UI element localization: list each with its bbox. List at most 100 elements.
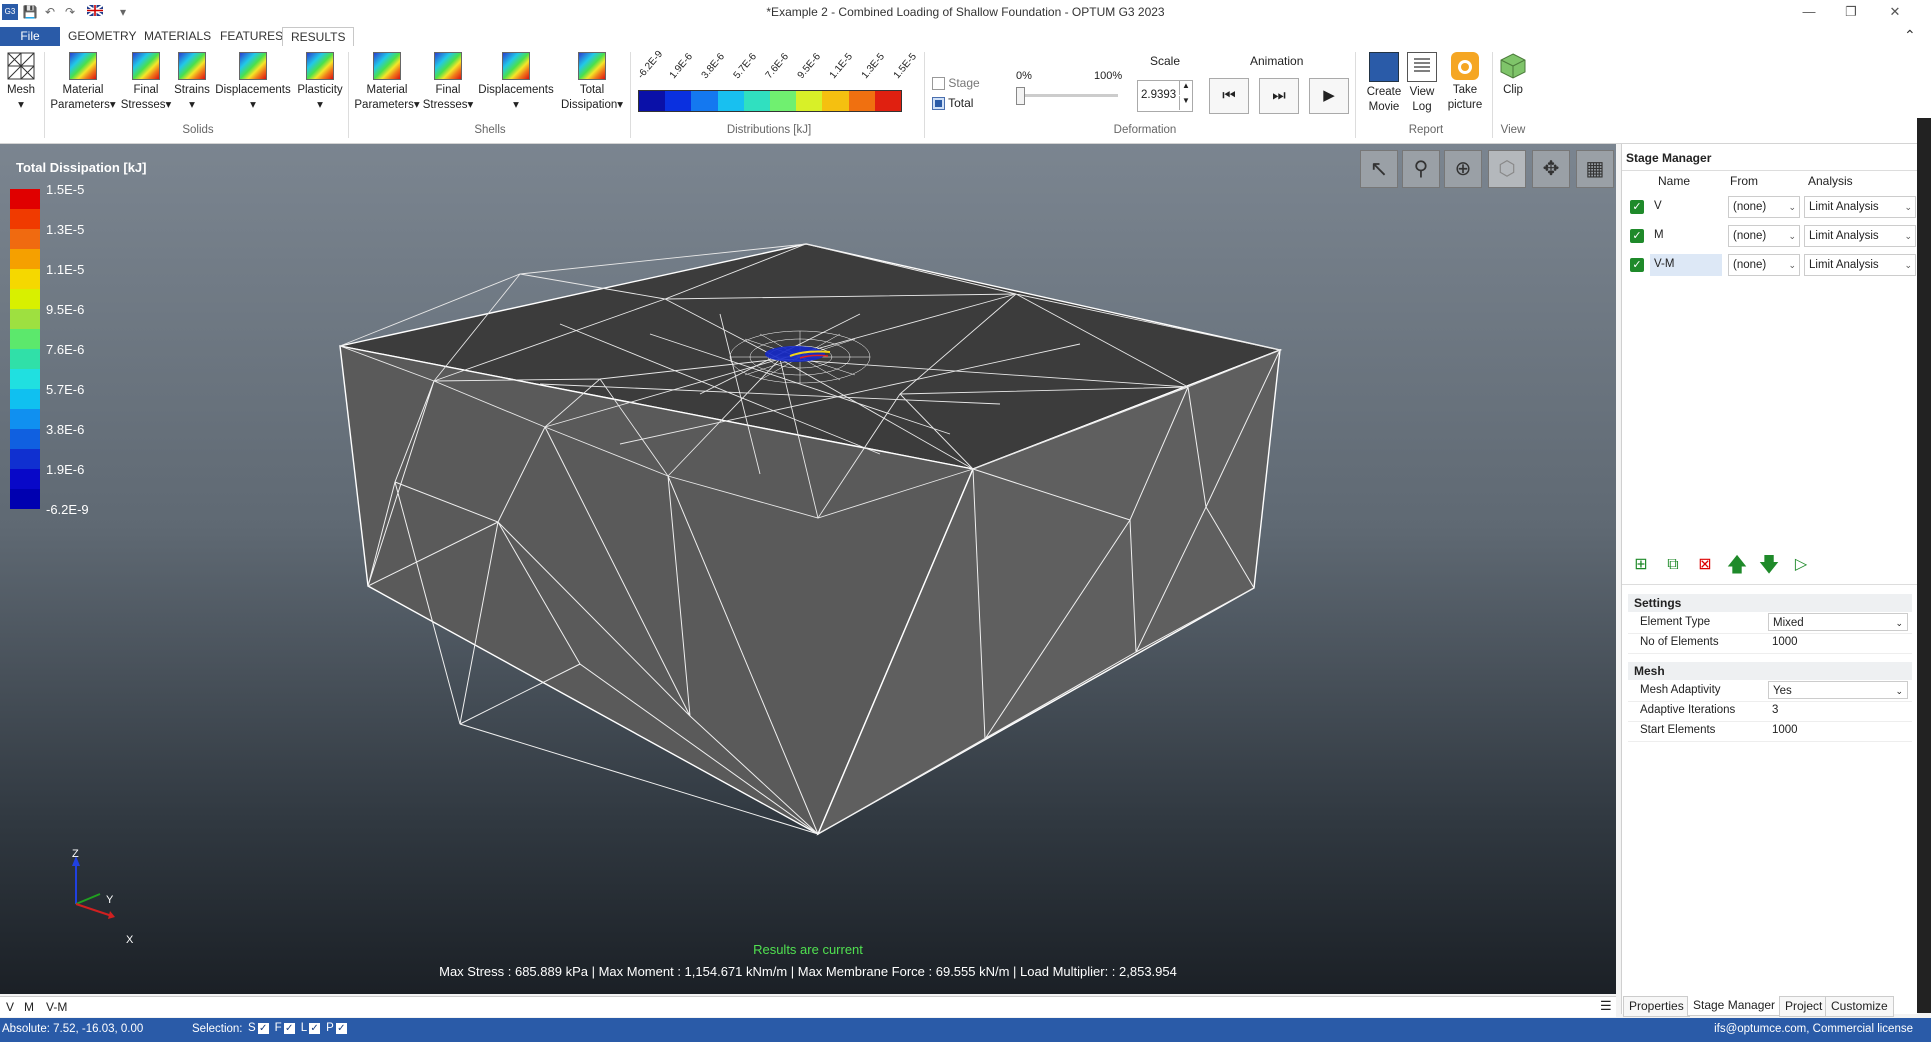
create-movie-button[interactable]: Create Movie [1364,52,1404,115]
check-icon[interactable]: ✓ [257,1023,269,1034]
selection-filter-l[interactable]: L ✓ [301,1022,321,1034]
minimize-icon[interactable]: — [1794,2,1824,22]
copy-stage-icon[interactable]: ⧉ [1662,554,1684,576]
stage-tab-m[interactable]: M [24,1000,34,1014]
scale-down-icon[interactable]: ▼ [1179,96,1192,110]
prop-element-type[interactable]: Element Type Mixed ⌄ [1628,613,1912,634]
distribution-tick: 1.3E-5 [859,51,887,81]
clip-button[interactable]: Clip [1498,52,1528,98]
prop-adaptive-iterations[interactable]: Adaptive Iterations 3 [1628,701,1912,722]
add-stage-icon[interactable]: ⊞ [1630,554,1652,576]
animation-label: Animation [1250,54,1304,68]
element-type-dropdown[interactable]: Mixed ⌄ [1768,613,1908,631]
check-icon[interactable]: ✓ [335,1023,347,1034]
first-frame-button[interactable]: ⏮ [1209,78,1249,114]
chevron-down-icon: ⌄ [1895,686,1903,696]
stage-name[interactable]: M [1650,225,1720,247]
take-picture-button[interactable]: Take picture [1442,52,1488,113]
deformation-slider[interactable] [1016,87,1118,105]
play-button[interactable]: ▶ [1309,78,1349,114]
stage-tab-v[interactable]: V [6,1000,14,1014]
solids-plasticity-button[interactable]: Plasticity ▾ [294,52,346,113]
analysis-dropdown[interactable]: Limit Analysis ⌄ [1804,225,1916,247]
solids-material-parameters-button[interactable]: Material Parameters▾ [50,52,116,113]
shells-total-dissipation-button[interactable]: Total Dissipation▾ [558,52,626,113]
check-icon[interactable]: ✓ [309,1023,321,1034]
prop-start-elements[interactable]: Start Elements 1000 [1628,721,1912,742]
next-frame-button[interactable]: ⏭ [1259,78,1299,114]
slider-thumb[interactable] [1016,87,1025,105]
mesh-button[interactable]: Mesh ▾ [2,52,40,113]
tab-results[interactable]: RESULTS [282,27,355,47]
move-up-icon[interactable]: 🡅 [1726,554,1748,576]
settings-section-header[interactable]: Settings [1628,594,1912,612]
distribution-scale[interactable]: -6.2E-9 1.9E-6 3.8E-6 5.7E-6 7.6E-6 9.5E-6 1.1… [634,48,919,118]
run-stage-icon[interactable]: ▷ [1790,554,1812,576]
stage-row-v[interactable]: ✓ V (none) ⌄ Limit Analysis ⌄ [1624,193,1916,221]
tab-properties[interactable]: Properties [1623,996,1690,1017]
tab-customize[interactable]: Customize [1825,996,1894,1017]
analysis-dropdown[interactable]: Limit Analysis ⌄ [1804,254,1916,276]
distribution-tick: 5.7E-6 [731,51,759,81]
3d-viewport[interactable]: Total Dissipation [kJ] 1.5E-5 1.3E-5 1.1E-… [0,144,1616,994]
check-icon[interactable]: ✓ [1630,229,1644,243]
check-icon[interactable]: ✓ [1630,258,1644,272]
camera-icon [1451,52,1479,80]
prop-no-of-elements[interactable]: No of Elements 1000 [1628,633,1912,654]
selection-filter-p[interactable]: P ✓ [326,1022,347,1034]
solids-displacements-button[interactable]: Displacements ▾ [212,52,294,113]
selection-filter-s[interactable]: S ✓ [248,1022,269,1034]
close-icon[interactable]: ✕ [1880,2,1910,22]
total-checkbox[interactable]: Total [932,96,973,111]
analysis-dropdown[interactable]: Limit Analysis ⌄ [1804,196,1916,218]
start-elements-input[interactable]: 1000 [1768,721,1908,739]
check-icon[interactable]: ✓ [283,1023,295,1034]
shells-final-stresses-button[interactable]: Final Stresses▾ [422,52,474,113]
stage-row-m[interactable]: ✓ M (none) ⌄ Limit Analysis ⌄ [1624,222,1916,250]
prop-mesh-adaptivity[interactable]: Mesh Adaptivity Yes ⌄ [1628,681,1912,702]
stage-checkbox[interactable]: Stage [932,76,980,91]
ribbon-separator [924,52,925,138]
stage-list-menu-icon[interactable]: ☰ [1600,998,1612,1014]
button-label: Stresses▾ [422,99,474,111]
scale-up-icon[interactable]: ▲ [1179,81,1192,95]
solids-strains-button[interactable]: Strains ▾ [172,52,212,113]
from-dropdown[interactable]: (none) ⌄ [1728,254,1800,276]
scale-input[interactable]: 2.9393 ▲ ▼ [1137,80,1193,112]
solids-final-stresses-button[interactable]: Final Stresses▾ [120,52,172,113]
collapse-ribbon-icon[interactable]: ⌃ [1896,26,1924,45]
tab-features[interactable]: FEATURES [212,27,291,46]
mesh-model[interactable] [0,144,1616,994]
restore-icon[interactable]: ❐ [1836,2,1866,22]
contour-plot-icon [239,52,267,80]
stage-name[interactable]: V [1650,196,1720,218]
shells-displacements-button[interactable]: Displacements ▾ [474,52,558,113]
stage-name[interactable]: V-M [1650,254,1722,276]
stage-tab-v-m[interactable]: V-M [46,1000,68,1014]
distribution-swatch [691,91,718,111]
selection-filters[interactable]: S ✓ F ✓ L ✓ P ✓ [248,1022,353,1034]
selection-filter-f[interactable]: F ✓ [275,1022,295,1034]
tab-materials[interactable]: MATERIALS [136,27,219,46]
from-dropdown[interactable]: (none) ⌄ [1728,196,1800,218]
shells-material-parameters-button[interactable]: Material Parameters▾ [354,52,420,113]
tab-geometry[interactable]: GEOMETRY [60,27,144,46]
check-icon[interactable]: ✓ [1630,200,1644,214]
adaptive-iterations-input[interactable]: 3 [1768,701,1908,719]
no-of-elements-input[interactable]: 1000 [1768,633,1908,651]
prop-key: Start Elements [1640,724,1716,736]
prop-key: Element Type [1640,616,1711,628]
from-dropdown[interactable]: (none) ⌄ [1728,225,1800,247]
mesh-adaptivity-dropdown[interactable]: Yes ⌄ [1768,681,1908,699]
contour-plot-icon [132,52,160,80]
tab-project[interactable]: Project [1779,996,1829,1017]
move-down-icon[interactable]: 🡇 [1758,554,1780,576]
stage-row-v-m[interactable]: ✓ V-M (none) ⌄ Limit Analysis ⌄ [1624,251,1916,279]
tab-stage-manager[interactable]: Stage Manager [1687,996,1782,1016]
button-label: Dissipation▾ [560,99,624,111]
view-log-button[interactable]: View Log [1406,52,1438,115]
tab-file[interactable]: File [0,27,60,46]
mesh-section-header[interactable]: Mesh [1628,662,1912,680]
delete-stage-icon[interactable]: ⊠ [1694,554,1716,576]
checkbox-box [932,97,945,111]
